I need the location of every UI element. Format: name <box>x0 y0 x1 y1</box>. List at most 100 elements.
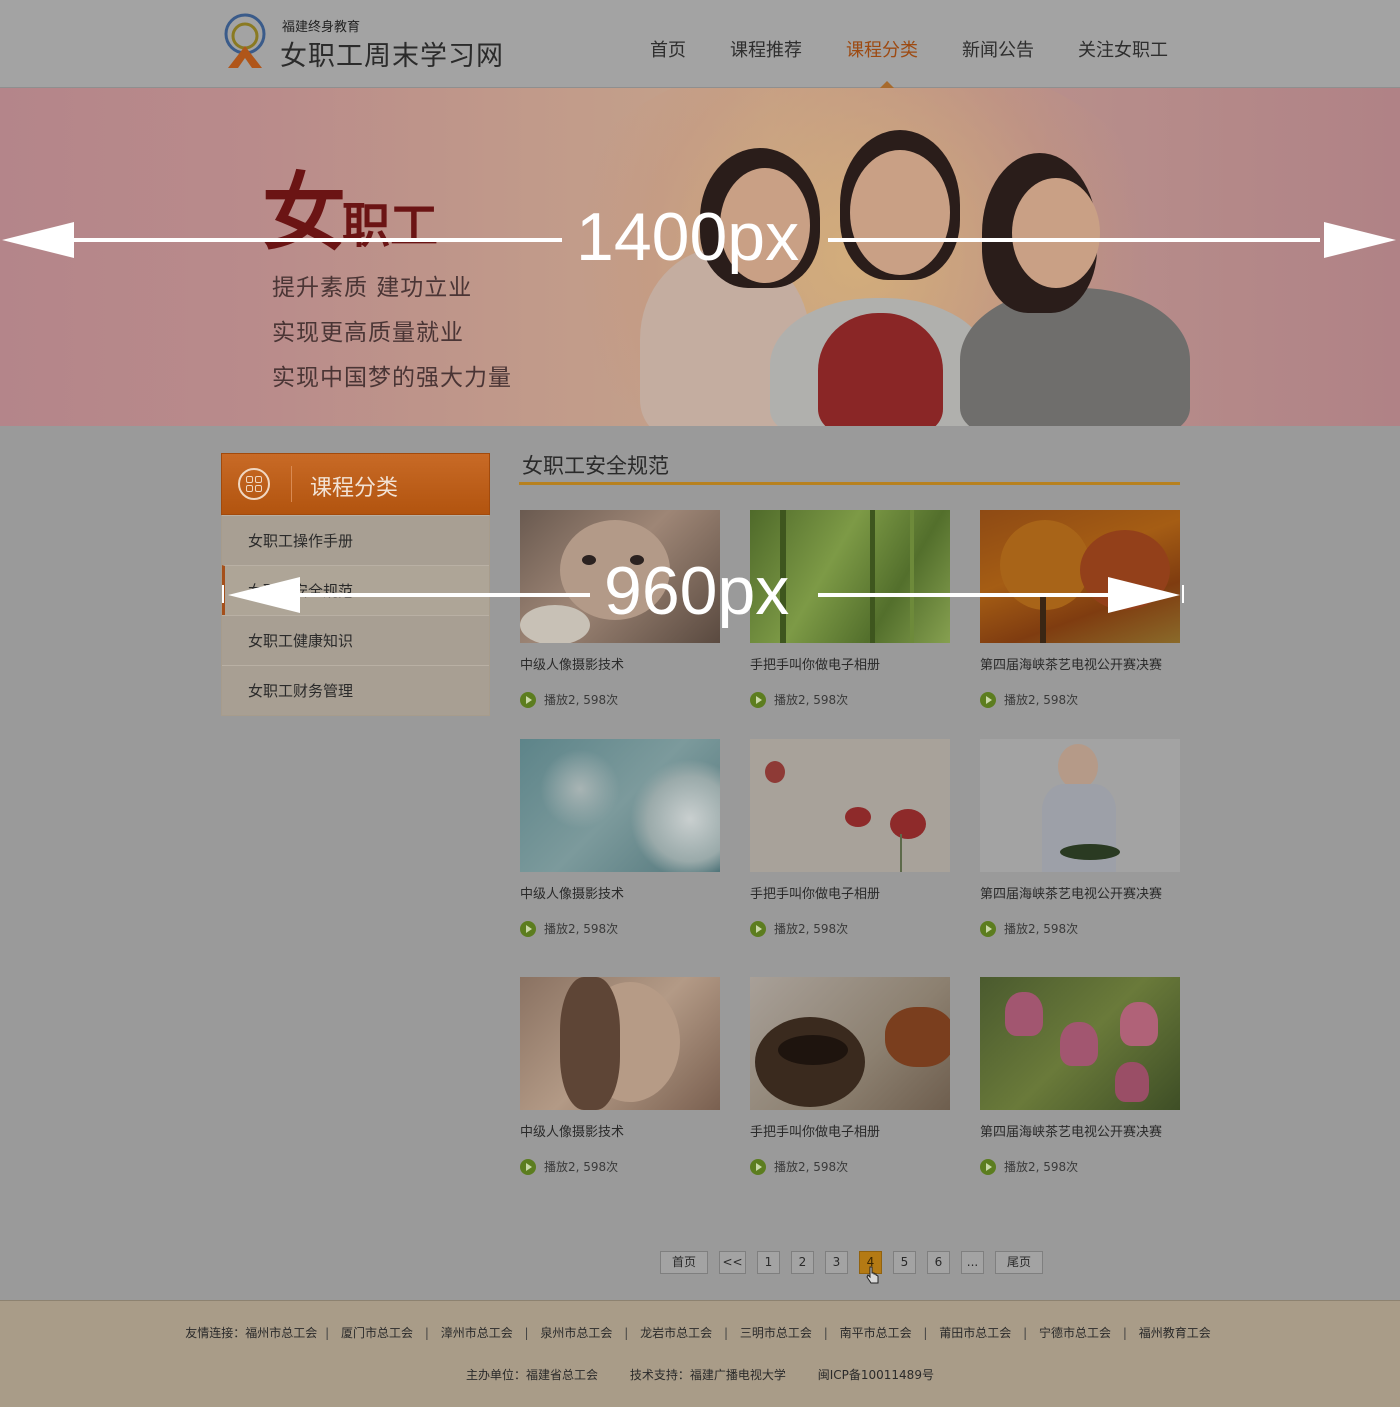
sidebar-item-financial-management[interactable]: 女职工财务管理 <box>222 665 489 715</box>
course-play-count: 播放2, 598次 <box>520 920 720 937</box>
sidebar-title: 课程分类 <box>310 476 399 501</box>
site-header: 福建终身教育 女职工周末学习网 首页 课程推荐 课程分类 新闻公告 关注女职工 <box>0 0 1400 88</box>
course-title[interactable]: 第四届海峡茶艺电视公开赛决赛 <box>980 883 1180 902</box>
site-footer: 友情连接：福州市总工会 | 厦门市总工会 | 漳州市总工会 | 泉州市总工会 |… <box>0 1300 1400 1407</box>
course-card[interactable]: 中级人像摄影技术 播放2, 598次 <box>520 977 720 1175</box>
friend-link[interactable]: 福州教育工会 <box>1139 1326 1211 1340</box>
course-title[interactable]: 中级人像摄影技术 <box>520 654 720 673</box>
content-width-line-right <box>818 593 1108 597</box>
main-nav: 首页 课程推荐 课程分类 新闻公告 关注女职工 <box>628 36 1190 62</box>
nav-home[interactable]: 首页 <box>650 36 686 62</box>
content-width-arrow-right <box>1108 577 1180 613</box>
sidebar-header: 课程分类 <box>221 453 490 515</box>
page-prev-button[interactable]: << <box>719 1251 746 1274</box>
course-play-count: 播放2, 598次 <box>520 691 720 708</box>
course-thumbnail[interactable] <box>980 977 1180 1110</box>
page-first-button[interactable]: 首页 <box>660 1251 708 1274</box>
content-width-label: 960px <box>604 553 790 629</box>
sidebar-item-operation-manual[interactable]: 女职工操作手册 <box>222 515 489 565</box>
pagination: 首页 << 1 2 3 4 5 6 ... 尾页 <box>660 1251 1054 1274</box>
friend-link[interactable]: 南平市总工会 <box>840 1326 912 1340</box>
banner-slogan-1: 提升素质 建功立业 <box>272 275 473 301</box>
course-play-count: 播放2, 598次 <box>750 920 950 937</box>
link-separator: | <box>325 1326 330 1340</box>
course-card[interactable]: 手把手叫你做电子相册 播放2, 598次 <box>750 977 950 1175</box>
page-last-button[interactable]: 尾页 <box>995 1251 1043 1274</box>
page-width-line-right <box>828 238 1320 242</box>
active-nav-indicator <box>880 81 894 88</box>
banner-slogan-2: 实现更高质量就业 <box>272 320 464 346</box>
course-thumbnail[interactable] <box>750 977 950 1110</box>
footer-icp[interactable]: 闽ICP备10011489号 <box>818 1368 934 1382</box>
link-separator: | <box>524 1326 529 1340</box>
site-logo[interactable]: 福建终身教育 女职工周末学习网 <box>220 10 540 76</box>
link-separator: | <box>823 1326 828 1340</box>
link-separator: | <box>1122 1326 1127 1340</box>
friend-link[interactable]: 龙岩市总工会 <box>640 1326 712 1340</box>
content-width-tick-left <box>222 585 224 603</box>
course-card[interactable]: 第四届海峡茶艺电视公开赛决赛 播放2, 598次 <box>980 739 1180 937</box>
nav-recommended-courses[interactable]: 课程推荐 <box>730 36 802 62</box>
course-thumbnail[interactable] <box>520 739 720 872</box>
course-play-count: 播放2, 598次 <box>980 920 1180 937</box>
nav-follow-women-workers[interactable]: 关注女职工 <box>1078 36 1168 62</box>
course-play-count: 播放2, 598次 <box>980 1158 1180 1175</box>
friend-link[interactable]: 福州市总工会 <box>245 1326 317 1340</box>
friend-link[interactable]: 莆田市总工会 <box>939 1326 1011 1340</box>
section-title-underline <box>519 482 1180 485</box>
friend-link[interactable]: 厦门市总工会 <box>341 1326 413 1340</box>
course-card[interactable]: 手把手叫你做电子相册 播放2, 598次 <box>750 739 950 937</box>
course-title[interactable]: 中级人像摄影技术 <box>520 1121 720 1140</box>
course-card[interactable]: 第四届海峡茶艺电视公开赛决赛 播放2, 598次 <box>980 977 1180 1175</box>
course-title[interactable]: 手把手叫你做电子相册 <box>750 654 950 673</box>
course-title[interactable]: 中级人像摄影技术 <box>520 883 720 902</box>
course-title[interactable]: 第四届海峡茶艺电视公开赛决赛 <box>980 1121 1180 1140</box>
page-width-arrow-left <box>2 222 74 258</box>
course-title[interactable]: 手把手叫你做电子相册 <box>750 883 950 902</box>
course-play-count: 播放2, 598次 <box>750 1158 950 1175</box>
course-card[interactable]: 中级人像摄影技术 播放2, 598次 <box>520 739 720 937</box>
page-width-arrow-right <box>1324 222 1396 258</box>
sidebar-item-health-knowledge[interactable]: 女职工健康知识 <box>222 615 489 665</box>
banner-slogan-3: 实现中国梦的强大力量 <box>272 365 512 391</box>
play-icon <box>520 691 536 708</box>
link-separator: | <box>923 1326 928 1340</box>
banner-title-big: 女 <box>262 163 346 262</box>
friend-links: 友情连接：福州市总工会 | 厦门市总工会 | 漳州市总工会 | 泉州市总工会 |… <box>0 1324 1400 1341</box>
course-thumbnail[interactable] <box>980 739 1180 872</box>
grid-icon <box>238 468 270 500</box>
footer-host: 主办单位：福建省总工会 <box>466 1368 599 1382</box>
logo-icon <box>224 13 266 68</box>
page-width-label: 1400px <box>576 199 800 275</box>
course-play-count: 播放2, 598次 <box>980 691 1180 708</box>
nav-course-categories[interactable]: 课程分类 <box>846 36 918 62</box>
page-button-6[interactable]: 6 <box>927 1251 950 1274</box>
nav-news[interactable]: 新闻公告 <box>962 36 1034 62</box>
play-icon <box>980 920 996 937</box>
link-separator: | <box>424 1326 429 1340</box>
play-icon <box>750 920 766 937</box>
page-button-2[interactable]: 2 <box>791 1251 814 1274</box>
footer-tech-support: 技术支持：福建广播电视大学 <box>629 1368 786 1382</box>
page-button-5[interactable]: 5 <box>893 1251 916 1274</box>
page-button-1[interactable]: 1 <box>757 1251 780 1274</box>
page-ellipsis: ... <box>961 1251 984 1274</box>
friend-link[interactable]: 漳州市总工会 <box>441 1326 513 1340</box>
friend-link[interactable]: 泉州市总工会 <box>540 1326 612 1340</box>
friend-link[interactable]: 宁德市总工会 <box>1039 1326 1111 1340</box>
course-title[interactable]: 手把手叫你做电子相册 <box>750 1121 950 1140</box>
course-thumbnail[interactable] <box>750 739 950 872</box>
course-play-count: 播放2, 598次 <box>520 1158 720 1175</box>
course-title[interactable]: 第四届海峡茶艺电视公开赛决赛 <box>980 654 1180 673</box>
logo-subtitle: 福建终身教育 <box>282 20 361 35</box>
play-icon <box>750 691 766 708</box>
page-button-3[interactable]: 3 <box>825 1251 848 1274</box>
course-thumbnail[interactable] <box>520 977 720 1110</box>
page-width-line-left <box>70 238 562 242</box>
friend-link[interactable]: 三明市总工会 <box>740 1326 812 1340</box>
sidebar-header-divider <box>291 466 292 502</box>
play-icon <box>980 1158 996 1175</box>
play-icon <box>750 1158 766 1175</box>
link-separator: | <box>723 1326 729 1340</box>
banner-title: 女职工 <box>262 146 438 267</box>
